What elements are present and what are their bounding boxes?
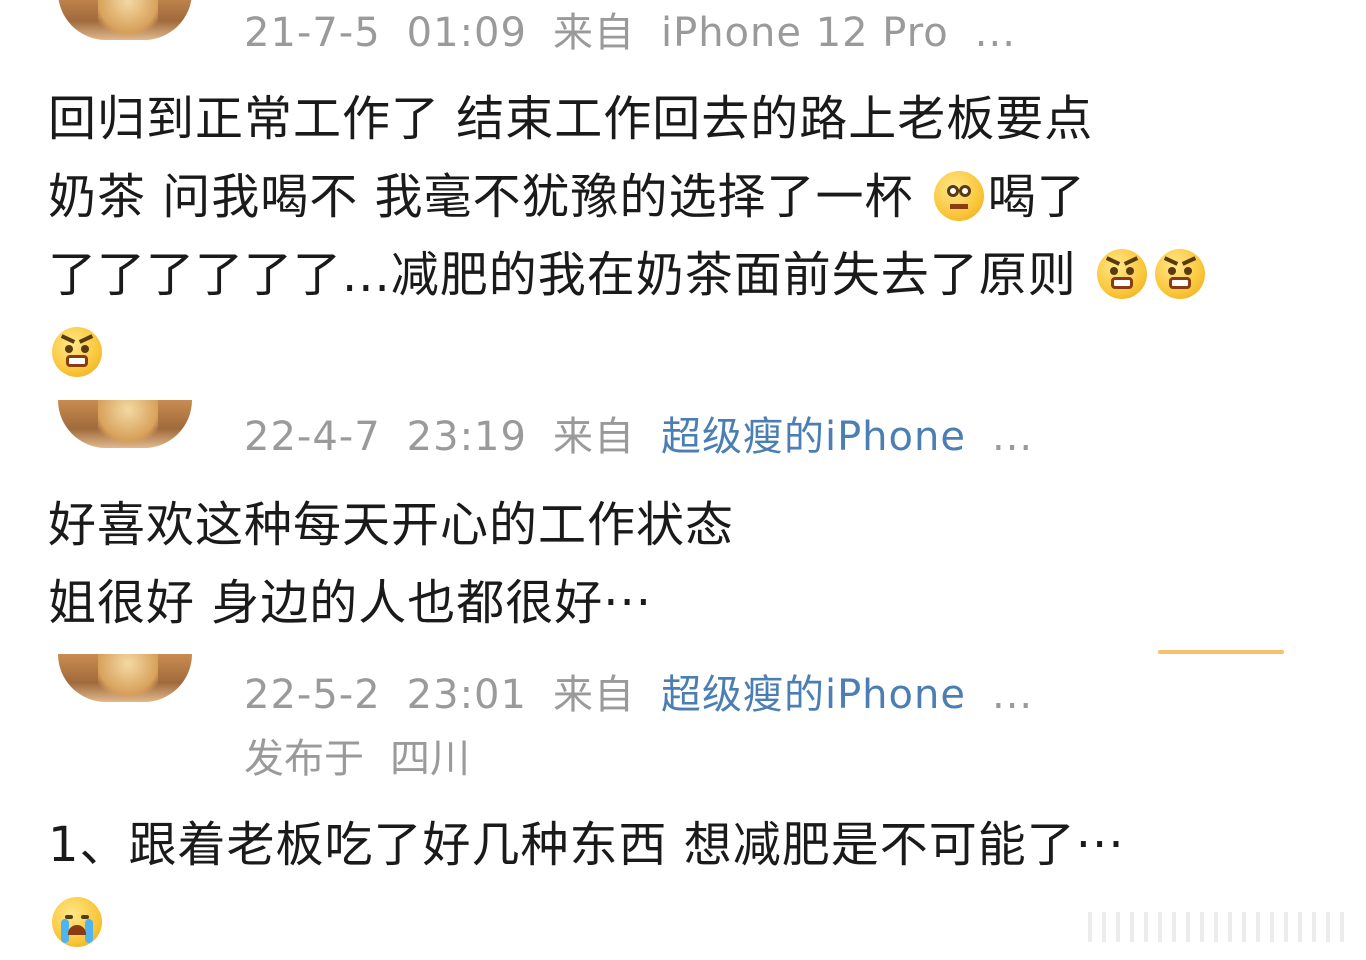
device-link[interactable]: 超级瘦的iPhone (661, 414, 966, 460)
location-place: 四川 (390, 736, 470, 782)
location-label: 发布于 (244, 736, 364, 782)
comment-line-4 (48, 314, 1338, 392)
comment-line-3: 了了了了了了...减肥的我在奶茶面前失去了原则 (48, 236, 1338, 314)
comment-line-text: 了了了了了了...减肥的我在奶茶面前失去了原则 (48, 247, 1094, 303)
comment-thread: 21-7-5 01:09 来自 iPhone 12 Pro... 回归到正常工作了 结… (0, 0, 1366, 960)
more-indicator: ... (991, 672, 1034, 718)
from-label: 来自 (552, 10, 635, 56)
angry-face-icon (1097, 249, 1148, 299)
crying-face-icon (52, 897, 102, 947)
comment-line-tail: 喝了 (987, 169, 1086, 225)
pitiful-face-icon (933, 171, 984, 221)
angry-face-icon (52, 327, 102, 377)
comment-time: 23:19 (406, 414, 527, 460)
comment-time: 01:09 (406, 10, 527, 56)
comment-body: 好喜欢这种每天开心的工作状态 姐很好 身边的人也都很好··· (48, 486, 1338, 642)
watermark (1088, 912, 1344, 942)
comment-body: 回归到正常工作了 结束工作回去的路上老板要点 奶茶 问我喝不 我毫不犹豫的选择了… (48, 80, 1338, 392)
avatar[interactable] (58, 0, 192, 40)
comment-date: 21-7-5 (244, 10, 381, 56)
comment-line: 1、跟着老板吃了好几种东西 想减肥是不可能了··· (48, 817, 1125, 873)
comment-line: 回归到正常工作了 结束工作回去的路上老板要点 (48, 91, 1094, 147)
comment-location: 发布于 四川 (244, 726, 496, 784)
device-link[interactable]: 超级瘦的iPhone (661, 672, 966, 718)
from-label: 来自 (552, 672, 635, 718)
comment-line-text: 奶茶 问我喝不 我毫不犹豫的选择了一杯 (48, 169, 930, 225)
comment-date: 22-5-2 (244, 672, 381, 718)
more-indicator: ... (991, 414, 1034, 460)
comment-line-2: 奶茶 问我喝不 我毫不犹豫的选择了一杯 喝了 (48, 158, 1338, 236)
avatar[interactable] (58, 400, 192, 448)
more-indicator: ... (974, 10, 1016, 56)
comment-time: 23:01 (406, 672, 527, 718)
angry-face-icon (1155, 249, 1206, 299)
comment-date: 22-4-7 (244, 414, 381, 460)
comment-line: 好喜欢这种每天开心的工作状态 (48, 497, 735, 553)
comment-meta: 21-7-5 01:09 来自 iPhone 12 Pro... (244, 0, 1016, 58)
comment-line: 姐很好 身边的人也都很好··· (48, 575, 653, 631)
comment-meta: 22-5-2 23:01 来自 超级瘦的iPhone... (244, 662, 1033, 720)
comment-meta: 22-4-7 23:19 来自 超级瘦的iPhone... (244, 404, 1033, 462)
divider-accent (1158, 650, 1284, 654)
from-label: 来自 (552, 414, 635, 460)
avatar[interactable] (58, 654, 192, 702)
device-name: iPhone 12 Pro (660, 10, 949, 56)
